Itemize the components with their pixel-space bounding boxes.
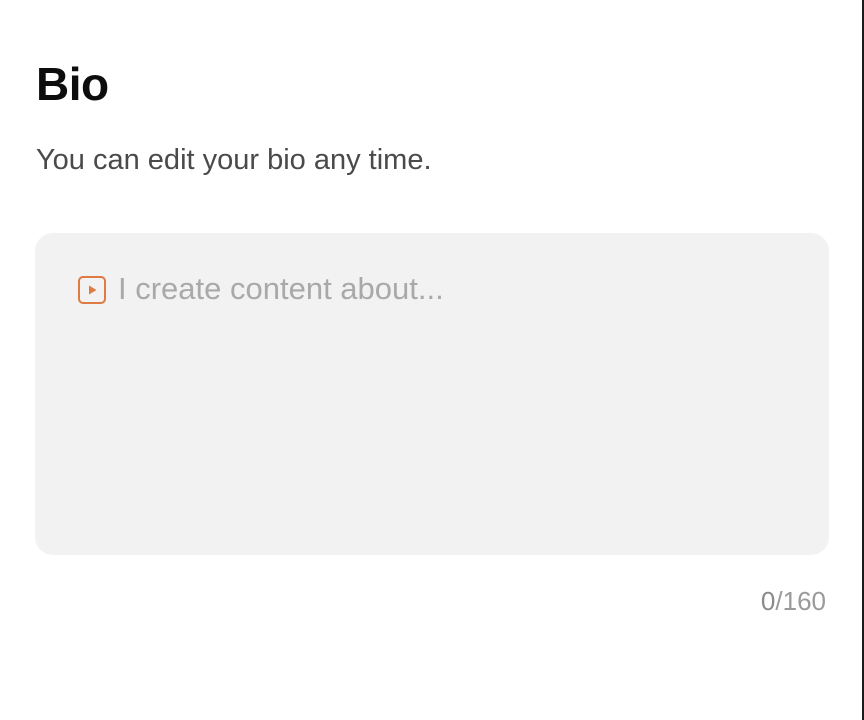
page-subtitle: You can edit your bio any time.	[36, 144, 432, 176]
character-count-current: 0	[760, 586, 776, 616]
play-square-icon	[78, 276, 106, 304]
bio-input-container[interactable]	[35, 233, 829, 555]
character-counter: 0/160	[761, 584, 826, 618]
page-title: Bio	[36, 58, 109, 110]
bio-textarea[interactable]	[118, 265, 798, 525]
character-count-separator: /	[775, 586, 783, 616]
character-count-max: 160	[782, 586, 826, 616]
